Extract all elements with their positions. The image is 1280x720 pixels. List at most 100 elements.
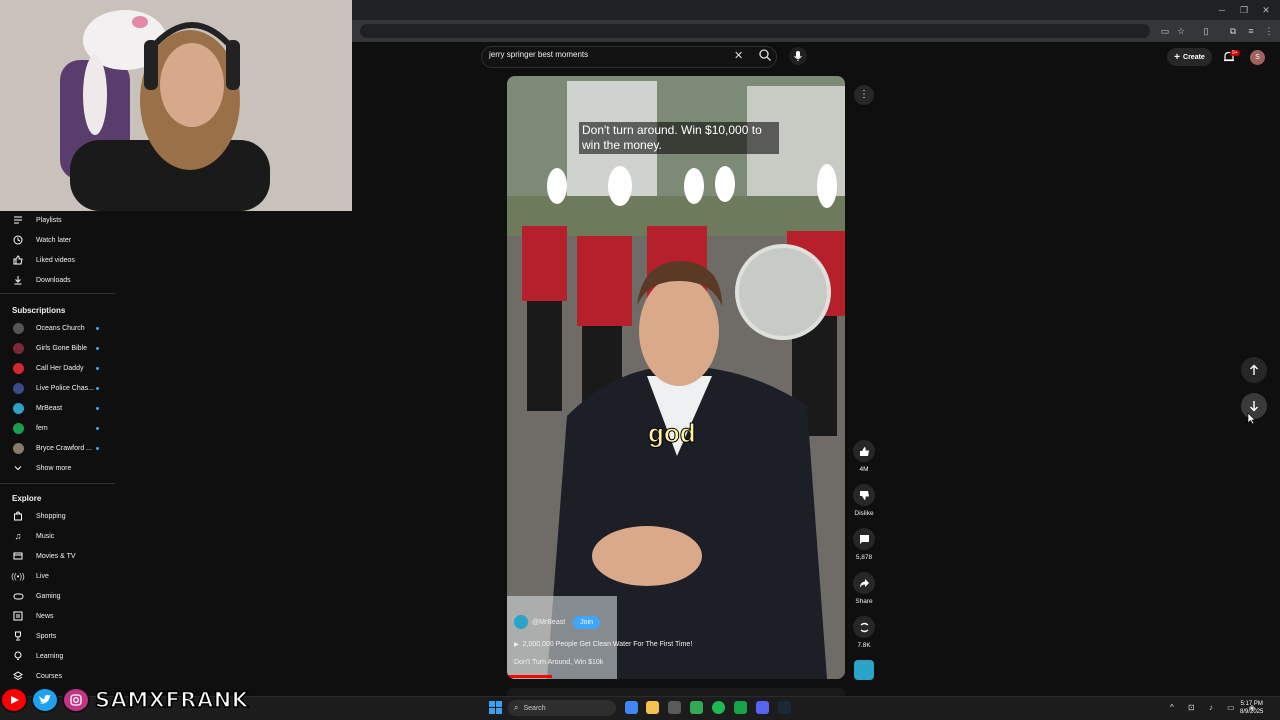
app-icon[interactable] xyxy=(734,701,747,714)
sidebar-item-label: Downloads xyxy=(36,276,71,284)
plus-icon: + xyxy=(1174,51,1181,63)
short-video-player[interactable]: Don't turn around. Win $10,000 to win th… xyxy=(507,76,845,679)
windows-start-icon[interactable] xyxy=(489,701,502,719)
caption-top: Don't turn around. Win $10,000 to win th… xyxy=(579,122,779,154)
subscription-label: Oceans Church xyxy=(36,324,85,332)
progress-bar[interactable] xyxy=(507,675,552,678)
sidebar-item-downloads[interactable]: Downloads xyxy=(0,271,115,289)
gamepad-icon xyxy=(0,591,36,601)
subscription-bryce-crawford[interactable]: Bryce Crawford ... xyxy=(0,439,115,457)
cast-icon[interactable]: ▭ xyxy=(1158,24,1172,38)
extensions-icon[interactable]: ⧉ xyxy=(1226,24,1240,38)
store-app-icon[interactable] xyxy=(668,701,681,714)
explore-item-label: Music xyxy=(36,532,55,540)
next-short-peek xyxy=(507,688,845,696)
chrome-profile-icon[interactable] xyxy=(690,701,703,714)
subscriptions-heading: Subscriptions xyxy=(12,306,66,315)
explore-item-gaming[interactable]: Gaming xyxy=(0,587,115,605)
short-channel-row: @MrBeast Join xyxy=(514,615,601,629)
instagram-logo-icon xyxy=(62,687,90,713)
subscription-call-her-daddy[interactable]: Call Her Daddy xyxy=(0,359,115,377)
account-avatar[interactable]: S xyxy=(1250,50,1265,65)
share-button[interactable] xyxy=(853,572,875,594)
bookmark-star-icon[interactable]: ☆ xyxy=(1174,24,1188,38)
channel-avatar[interactable] xyxy=(514,615,528,629)
search-icon[interactable] xyxy=(758,48,772,62)
new-content-dot xyxy=(96,406,99,410)
sidebar-item-watch-later[interactable]: Watch later xyxy=(0,231,115,249)
dislike-button[interactable] xyxy=(853,484,875,506)
short-channel-name[interactable]: @MrBeast xyxy=(532,619,565,626)
explore-item-label: Live xyxy=(36,572,49,580)
clear-search-icon[interactable]: ✕ xyxy=(734,49,743,62)
minimize-window-icon[interactable]: ─ xyxy=(1214,3,1230,17)
explore-item-shopping[interactable]: Shopping xyxy=(0,507,115,525)
close-window-icon[interactable]: ✕ xyxy=(1258,3,1274,17)
shopping-bag-icon xyxy=(0,511,36,521)
microphone-icon[interactable] xyxy=(789,47,807,65)
restore-window-icon[interactable]: ❐ xyxy=(1236,3,1252,17)
channel-avatar xyxy=(12,362,24,374)
taskbar-clock[interactable]: 5:17 PM 8/9/2025 xyxy=(1240,700,1263,716)
new-content-dot xyxy=(96,446,99,450)
subscription-oceans-church[interactable]: Oceans Church xyxy=(0,319,115,337)
sidebar-item-playlists[interactable]: Playlists xyxy=(0,211,115,229)
more-options-icon[interactable]: ⋮ xyxy=(854,85,874,105)
explore-item-live[interactable]: ((•)) Live xyxy=(0,567,115,585)
remix-button[interactable] xyxy=(853,616,875,638)
sidebar-item-liked-videos[interactable]: Liked videos xyxy=(0,251,115,269)
bulb-icon xyxy=(0,651,36,661)
newspaper-icon xyxy=(0,611,36,621)
taskbar-search-placeholder: Search xyxy=(523,704,546,712)
new-content-dot xyxy=(96,346,99,350)
explore-item-learning[interactable]: Learning xyxy=(0,647,115,665)
create-button[interactable]: + Create xyxy=(1167,48,1212,66)
notification-badge: 9+ xyxy=(1230,50,1240,56)
channel-avatar xyxy=(12,322,24,334)
playlist-icon xyxy=(0,215,36,225)
sidepanel-icon[interactable]: ▯ xyxy=(1199,24,1213,38)
subscription-live-police-chase[interactable]: Live Police Chas... xyxy=(0,379,115,397)
spotify-icon[interactable] xyxy=(712,701,725,714)
join-button[interactable]: Join xyxy=(573,615,601,629)
arrow-up-icon xyxy=(1250,364,1258,375)
previous-short-button[interactable] xyxy=(1241,357,1267,383)
subscription-mrbeast[interactable]: MrBeast xyxy=(0,399,115,417)
subscription-label: fem xyxy=(36,424,48,432)
layers-icon xyxy=(0,671,36,681)
steam-icon[interactable] xyxy=(778,701,791,714)
mouse-cursor-icon xyxy=(1247,412,1256,430)
explore-item-news[interactable]: News xyxy=(0,607,115,625)
twitter-bird-icon xyxy=(31,687,59,713)
explore-item-music[interactable]: ♫ Music xyxy=(0,527,115,545)
like-button[interactable] xyxy=(853,440,875,462)
taskbar-search[interactable]: ⌕ Search xyxy=(508,700,616,716)
subscription-label: Girls Gone Bible xyxy=(36,344,87,352)
new-content-dot xyxy=(96,326,99,330)
comment-count: 5,878 xyxy=(855,554,873,561)
comments-button[interactable] xyxy=(853,528,875,550)
show-more-button[interactable]: Show more xyxy=(0,459,115,477)
discord-icon[interactable] xyxy=(756,701,769,714)
channel-avatar xyxy=(12,422,24,434)
explore-item-sports[interactable]: Sports xyxy=(0,627,115,645)
subscription-fem[interactable]: fem xyxy=(0,419,115,437)
search-query[interactable]: jerry springer best moments xyxy=(489,50,588,59)
linked-video-title: 2,000,000 People Get Clean Water For The… xyxy=(522,641,693,648)
browser-menu-icon[interactable]: ⋮ xyxy=(1262,24,1276,38)
linked-video[interactable]: ▶ 2,000,000 People Get Clean Water For T… xyxy=(514,641,692,648)
explore-item-movies-tv[interactable]: Movies & TV xyxy=(0,547,115,565)
explore-item-courses[interactable]: Courses xyxy=(0,667,115,685)
file-explorer-icon[interactable] xyxy=(646,701,659,714)
clock-icon xyxy=(0,235,36,245)
share-label: Share xyxy=(855,598,873,605)
channel-avatar xyxy=(12,402,24,414)
downloads-toolbar-icon[interactable]: ≡ xyxy=(1244,24,1258,38)
subscription-girls-gone-bible[interactable]: Girls Gone Bible xyxy=(0,339,115,357)
address-bar[interactable] xyxy=(360,24,1150,38)
like-count: 4M xyxy=(859,466,869,473)
create-label: Create xyxy=(1183,53,1205,61)
thumbs-up-icon xyxy=(859,446,869,456)
audio-thumbnail[interactable] xyxy=(854,660,874,680)
chrome-app-icon[interactable] xyxy=(625,701,638,714)
